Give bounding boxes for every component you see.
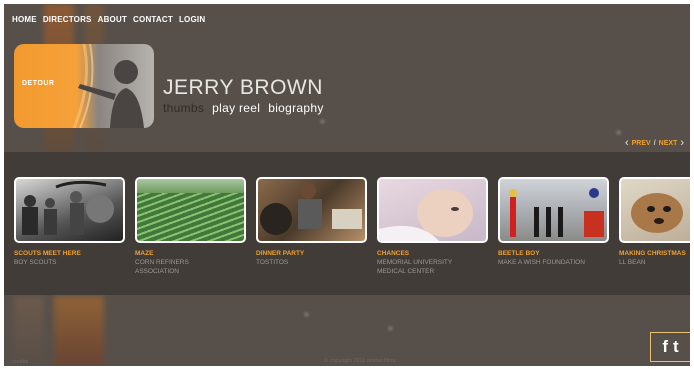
main-nav: HOME DIRECTORS ABOUT CONTACT LOGIN: [12, 15, 205, 24]
thumbnail-item: MAKING CHRISTMAS LL BEAN: [619, 177, 690, 267]
thumbnail-client-line2: MEDICAL CENTER: [377, 268, 435, 275]
thumbnail-image[interactable]: [619, 177, 690, 243]
decorative-dot: [388, 326, 393, 331]
nav-contact[interactable]: CONTACT: [133, 15, 173, 24]
next-link[interactable]: NEXT: [659, 140, 678, 147]
thumbnail-client: BOY SCOUTS: [14, 259, 57, 266]
tab-biography[interactable]: biography: [268, 101, 323, 115]
thumbnail-client: MAKE A WISH FOUNDATION: [498, 259, 585, 266]
thumbnail-title[interactable]: MAZE: [135, 249, 246, 258]
thumbnail-item: DINNER PARTY TOSTITOS: [256, 177, 367, 267]
copyright-text: © copyright 2011 detour films: [324, 358, 396, 364]
thumbnail-client: LL BEAN: [619, 259, 646, 266]
thumbnail-image[interactable]: [377, 177, 488, 243]
pager-separator: /: [653, 139, 656, 147]
thumbnail-image[interactable]: [14, 177, 125, 243]
prev-link[interactable]: PREV: [632, 140, 651, 147]
decorative-dot: [320, 119, 325, 124]
director-logo-card: DETOUR: [14, 44, 154, 128]
chevron-left-icon[interactable]: ‹: [625, 137, 629, 149]
tab-play-reel[interactable]: play reel: [212, 101, 260, 115]
social-links: f t: [650, 332, 690, 362]
director-subnav: thumbs play reel biography: [163, 101, 324, 115]
thumbnail-client: CORN REFINERS: [135, 259, 189, 266]
thumbnail-client-line2: ASSOCIATION: [135, 268, 179, 275]
decorative-streak: [14, 296, 44, 366]
thumbnail-title[interactable]: SCOUTS MEET HERE: [14, 249, 125, 258]
decorative-streak: [54, 296, 104, 366]
thumbnail-item: BEETLE BOY MAKE A WISH FOUNDATION: [498, 177, 609, 267]
decorative-dot: [616, 130, 621, 135]
thumbnail-title[interactable]: BEETLE BOY: [498, 249, 609, 258]
thumbnail-item: SCOUTS MEET HERE BOY SCOUTS: [14, 177, 125, 267]
thumbnail-item: MAZE CORN REFINERS ASSOCIATION: [135, 177, 246, 276]
nav-home[interactable]: HOME: [12, 15, 37, 24]
director-name: JERRY BROWN: [163, 76, 323, 99]
nav-directors[interactable]: DIRECTORS: [43, 15, 92, 24]
thumbnail-title[interactable]: DINNER PARTY: [256, 249, 367, 258]
decorative-dot: [304, 312, 309, 317]
chevron-right-icon[interactable]: ›: [680, 137, 684, 149]
tab-thumbs[interactable]: thumbs: [163, 101, 204, 115]
nav-login[interactable]: LOGIN: [179, 15, 205, 24]
nav-about[interactable]: ABOUT: [98, 15, 127, 24]
pager: ‹ PREV / NEXT ›: [625, 137, 684, 149]
thumbnail-item: CHANCES MEMORIAL UNIVERSITY MEDICAL CENT…: [377, 177, 488, 276]
twitter-icon[interactable]: t: [673, 337, 679, 357]
thumbnail-image[interactable]: [256, 177, 367, 243]
thumbnail-client: MEMORIAL UNIVERSITY: [377, 259, 453, 266]
credits-link[interactable]: credits: [12, 359, 28, 365]
facebook-icon[interactable]: f: [662, 337, 668, 357]
thumbnail-image[interactable]: [135, 177, 246, 243]
thumbnail-image[interactable]: [498, 177, 609, 243]
page-frame: HOME DIRECTORS ABOUT CONTACT LOGIN DETOU…: [4, 4, 690, 366]
thumbnail-client: TOSTITOS: [256, 259, 289, 266]
logo-text: DETOUR: [22, 80, 55, 87]
thumbnail-title[interactable]: CHANCES: [377, 249, 488, 258]
thumbnail-title[interactable]: MAKING CHRISTMAS: [619, 249, 690, 258]
